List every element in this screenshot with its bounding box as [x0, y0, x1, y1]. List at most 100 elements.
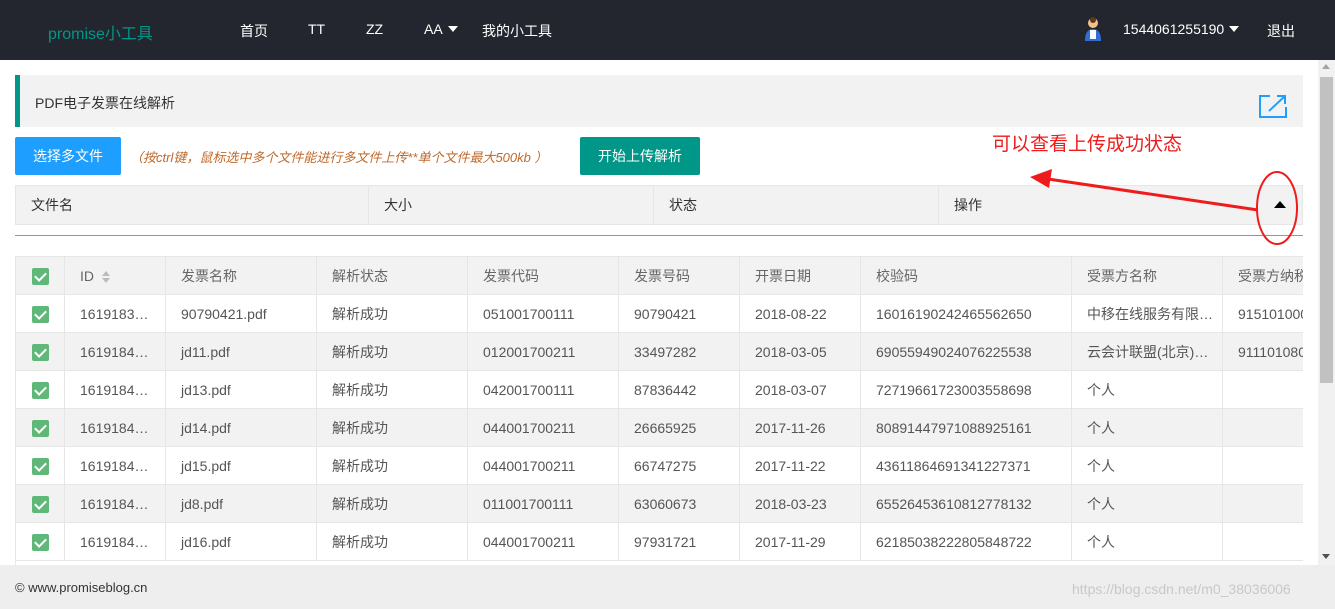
nav-item-tt[interactable]: TT [308, 21, 325, 37]
cell-issue-date: 2017-11-22 [740, 447, 861, 485]
cell-parse-status: 解析成功 [317, 523, 468, 561]
cell-buyer-tax-id [1223, 485, 1303, 523]
cell-invoice-name: jd15.pdf [166, 447, 317, 485]
col-id-label: ID [80, 268, 94, 284]
cell-parse-status: 解析成功 [317, 333, 468, 371]
nav-item-aa-label: AA [424, 21, 443, 37]
cell-buyer-name: 个人 [1072, 523, 1223, 561]
table-row[interactable]: 1619184… jd13.pdf 解析成功 042001700111 87836442… [16, 371, 1303, 409]
table-row[interactable]: 1619184… jd11.pdf 解析成功 012001700211 33497282… [16, 333, 1303, 371]
table-row[interactable]: 1619184… jd16.pdf 解析成功 044001700211 97931721… [16, 523, 1303, 561]
scroll-down-icon[interactable] [1322, 554, 1330, 559]
row-checkbox[interactable] [32, 534, 49, 551]
cell-issue-date: 2017-11-26 [740, 409, 861, 447]
cell-id: 1619184… [65, 333, 166, 371]
col-parse-status: 解析状态 [317, 257, 468, 295]
divider [15, 235, 1303, 236]
cell-issue-date: 2018-08-22 [740, 295, 861, 333]
row-checkbox-cell [16, 485, 65, 523]
cell-invoice-name: jd11.pdf [166, 333, 317, 371]
chevron-down-icon [447, 26, 458, 33]
table-row[interactable]: 1619184… jd14.pdf 解析成功 044001700211 26665925… [16, 409, 1303, 447]
row-checkbox-cell [16, 333, 65, 371]
table-header-row: ID 发票名称 解析状态 发票代码 发票号码 开票日期 校验码 受票方名称 受票… [16, 257, 1303, 295]
row-checkbox[interactable] [32, 344, 49, 361]
select-files-button[interactable]: 选择多文件 [15, 137, 121, 175]
cell-invoice-code: 044001700211 [468, 447, 619, 485]
cell-check-code: 69055949024076225538 [861, 333, 1072, 371]
col-invoice-name: 发票名称 [166, 257, 317, 295]
cell-check-code: 65526453610812778132 [861, 485, 1072, 523]
cell-issue-date: 2018-03-05 [740, 333, 861, 371]
annotation-text: 可以查看上传成功状态 [992, 134, 1183, 155]
cell-parse-status: 解析成功 [317, 371, 468, 409]
scroll-up-icon[interactable] [1322, 64, 1330, 69]
cell-buyer-name: 个人 [1072, 371, 1223, 409]
row-checkbox[interactable] [32, 496, 49, 513]
nav-item-zz[interactable]: ZZ [366, 21, 383, 37]
cell-id: 1619184… [65, 523, 166, 561]
sort-icon[interactable] [102, 271, 110, 284]
cell-parse-status: 解析成功 [317, 485, 468, 523]
col-invoice-number: 发票号码 [619, 257, 740, 295]
row-checkbox[interactable] [32, 382, 49, 399]
table-row[interactable]: 1619184… jd8.pdf 解析成功 011001700111 63060673 2… [16, 485, 1303, 523]
cell-id: 1619184… [65, 371, 166, 409]
col-check-code: 校验码 [861, 257, 1072, 295]
collapse-toggle-icon[interactable] [1274, 201, 1286, 208]
nav-item-aa[interactable]: AA [424, 21, 458, 37]
row-checkbox[interactable] [32, 420, 49, 437]
cell-invoice-code: 051001700111 [468, 295, 619, 333]
cell-invoice-code: 042001700111 [468, 371, 619, 409]
select-all-checkbox[interactable] [32, 268, 49, 285]
cell-check-code: 16016190242465562650 [861, 295, 1072, 333]
invoice-table: ID 发票名称 解析状态 发票代码 发票号码 开票日期 校验码 受票方名称 受票… [15, 256, 1303, 565]
upload-col-size: 大小 [369, 186, 654, 224]
footer-copyright[interactable]: © www.promiseblog.cn [15, 580, 147, 595]
cell-check-code: 62185038222805848722 [861, 523, 1072, 561]
page-scrollbar[interactable] [1318, 60, 1335, 565]
footer: © www.promiseblog.cn https://blog.csdn.n… [0, 565, 1335, 609]
brand-logo[interactable]: promise小工具 [48, 20, 153, 44]
col-buyer-tax-id: 受票方纳税 [1223, 257, 1303, 295]
row-checkbox-cell [16, 295, 65, 333]
col-invoice-code: 发票代码 [468, 257, 619, 295]
cell-id: 1619184… [65, 447, 166, 485]
logout-link[interactable]: 退出 [1267, 21, 1295, 41]
cell-parse-status: 解析成功 [317, 295, 468, 333]
share-icon[interactable] [1257, 93, 1289, 119]
cell-parse-status: 解析成功 [317, 447, 468, 485]
cell-id: 1619184… [65, 485, 166, 523]
nav-item-my-tools[interactable]: 我的小工具 [482, 21, 552, 41]
card-header: PDF电子发票在线解析 [15, 75, 1303, 127]
cell-invoice-name: jd13.pdf [166, 371, 317, 409]
col-id[interactable]: ID [65, 257, 166, 295]
table-row[interactable]: 1619183… 90790421.pdf 解析成功 051001700111 9079… [16, 295, 1303, 333]
cell-invoice-number: 63060673 [619, 485, 740, 523]
cell-id: 1619183… [65, 295, 166, 333]
row-checkbox[interactable] [32, 306, 49, 323]
start-upload-button[interactable]: 开始上传解析 [580, 137, 700, 175]
cell-buyer-name: 个人 [1072, 447, 1223, 485]
row-checkbox-cell [16, 409, 65, 447]
header-checkbox-cell [16, 257, 65, 295]
upload-col-filename: 文件名 [16, 186, 369, 224]
table-row[interactable]: 1619184… jd15.pdf 解析成功 044001700211 66747275… [16, 447, 1303, 485]
nav-item-home[interactable]: 首页 [240, 21, 268, 41]
user-avatar-icon[interactable] [1081, 17, 1105, 43]
cell-buyer-tax-id: 915101000 [1223, 295, 1303, 333]
cell-invoice-number: 66747275 [619, 447, 740, 485]
cell-buyer-tax-id [1223, 371, 1303, 409]
cell-invoice-name: jd16.pdf [166, 523, 317, 561]
upload-hint: （按ctrl键，鼠标选中多个文件能进行多文件上传**单个文件最大500kb ） [130, 150, 548, 165]
scroll-thumb[interactable] [1320, 77, 1333, 383]
cell-invoice-number: 26665925 [619, 409, 740, 447]
upload-col-actions: 操作 [954, 197, 982, 213]
cell-invoice-name: 90790421.pdf [166, 295, 317, 333]
top-nav: promise小工具 首页 TT ZZ AA 我的小工具 15440612551… [0, 0, 1335, 60]
row-checkbox[interactable] [32, 458, 49, 475]
cell-invoice-number: 90790421 [619, 295, 740, 333]
cell-buyer-name: 云会计联盟(北京)… [1072, 333, 1223, 371]
user-menu[interactable]: 1544061255190 [1123, 21, 1240, 37]
cell-invoice-code: 011001700111 [468, 485, 619, 523]
